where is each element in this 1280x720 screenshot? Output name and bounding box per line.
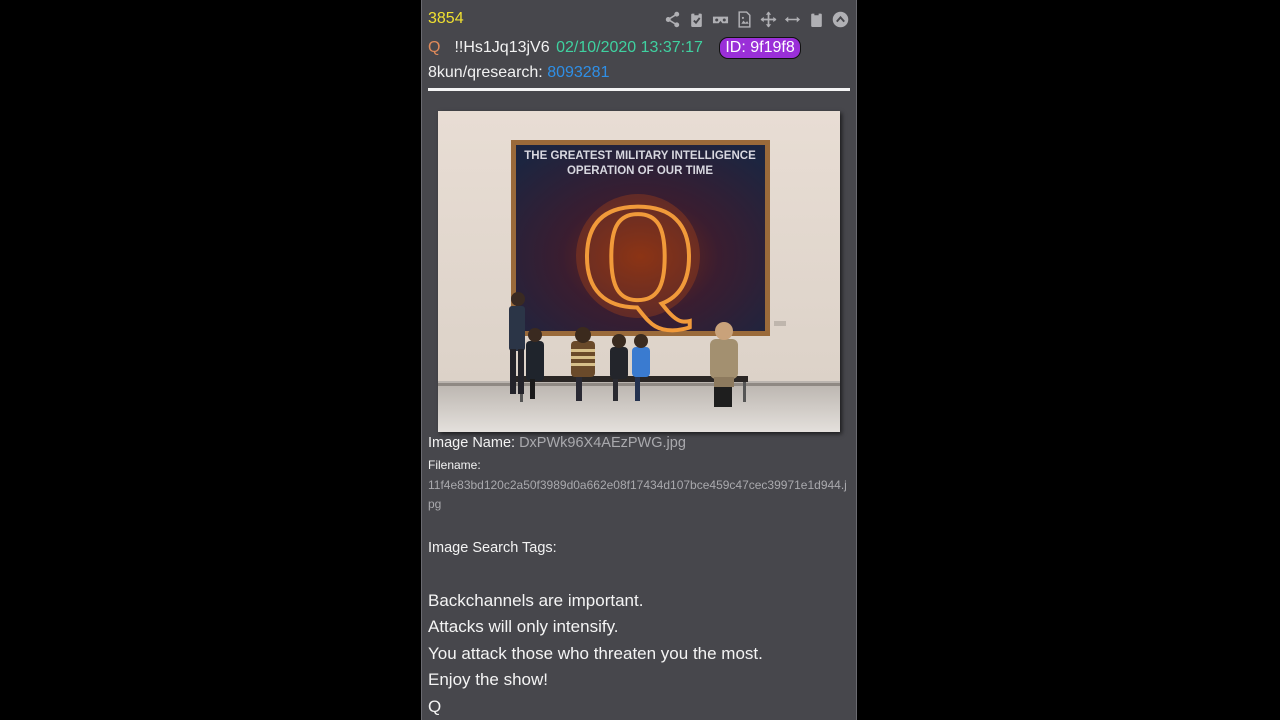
resize-horizontal-icon[interactable] — [783, 10, 802, 29]
message-signature: Q — [428, 696, 442, 716]
post-number: 3854 — [428, 10, 464, 27]
thread-link[interactable]: 8093281 — [547, 64, 609, 81]
header-divider — [428, 88, 850, 91]
move-icon[interactable] — [759, 10, 778, 29]
painting-caption-line1: THE GREATEST MILITARY INTELLIGENCE — [524, 150, 756, 162]
post-datetime: 02/10/2020 13:37:17 — [556, 39, 703, 56]
board-name: 8kun/qresearch: — [428, 64, 543, 81]
gallery-photo: THE GREATEST MILITARY INTELLIGENCE OPERA… — [438, 111, 840, 432]
message-line: Backchannels are important. — [428, 591, 644, 610]
message-line: You attack those who threaten you the mo… — [428, 643, 763, 663]
post-header: Q !!Hs1Jq13jV6 02/10/2020 13:37:17 ID: 9f… — [428, 37, 801, 59]
message-line: Enjoy the show! — [428, 670, 549, 690]
image-file-icon[interactable] — [735, 10, 754, 29]
filename-label: Filename: — [428, 458, 481, 472]
image-name-label: Image Name: — [428, 435, 516, 451]
vr-glasses-icon[interactable] — [711, 10, 730, 29]
clipboard-icon[interactable] — [807, 10, 826, 29]
scroll-up-icon[interactable] — [831, 10, 850, 29]
painting-q-letter: Q — [580, 173, 697, 339]
post-toolbar — [663, 10, 850, 29]
board-line: 8kun/qresearch: 8093281 — [428, 64, 609, 82]
clipboard-check-icon[interactable] — [687, 10, 706, 29]
author-name: Q — [428, 39, 441, 56]
share-icon[interactable] — [663, 10, 682, 29]
image-name-row: Image Name: DxPWk96X4AEzPWG.jpg — [428, 435, 686, 451]
post-message: Backchannels are important. Attacks will… — [428, 588, 763, 720]
poster-id-badge[interactable]: ID: 9f19f8 — [719, 37, 801, 59]
image-search-tags-label: Image Search Tags: — [428, 540, 557, 556]
image-name-value[interactable]: DxPWk96X4AEzPWG.jpg — [519, 435, 686, 451]
filename-value: 11f4e83bd120c2a50f3989d0a662e08f17434d10… — [428, 478, 847, 511]
post-image[interactable]: THE GREATEST MILITARY INTELLIGENCE OPERA… — [438, 111, 840, 432]
message-line: Attacks will only intensify. — [428, 617, 619, 637]
post-panel: 3854 Q !!Hs1Jq13jV6 02/10/2020 13:37:17 I… — [421, 0, 857, 720]
tripcode: !!Hs1Jq13jV6 — [454, 39, 550, 56]
